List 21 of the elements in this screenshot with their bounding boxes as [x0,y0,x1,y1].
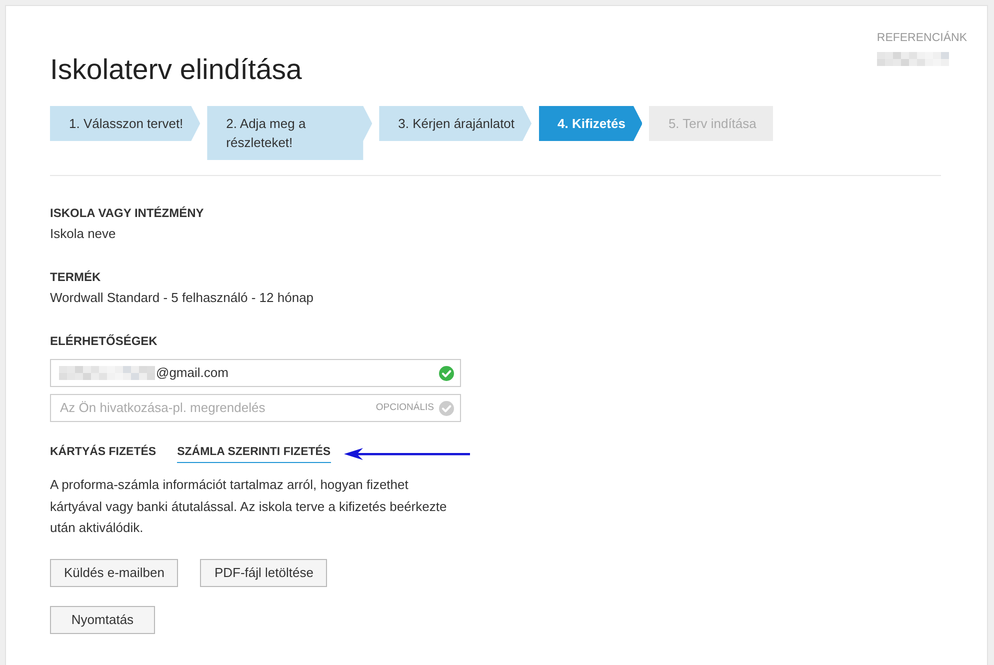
page-title: Iskolaterv elindítása [50,53,302,87]
payment-tab[interactable]: SZÁMLA SZERINTI FIZETÉS [177,444,331,463]
wizard-step[interactable]: 2. Adja meg a részleteket! [207,106,372,160]
input-placeholder: Az Ön hivatkozása-pl. megrendelés [60,399,266,417]
payment-description: A proforma-számla információt tartalmaz arról, hogyan fizethet kártyával vagy banki átutalással. Az iskola terve a kifizetés beérkezte után aktiválódik. [50,476,448,537]
action-button[interactable]: Küldés e-mailben [50,558,178,586]
input-value: @gmail.com [156,364,228,382]
section-heading: TERMÉK [50,269,102,285]
action-button[interactable]: PDF-fájl letöltése [200,558,328,586]
payment-tab[interactable]: KÁRTYÁS FIZETÉS [50,444,156,463]
section-heading: ISKOLA VAGY INTÉZMÉNY [50,205,205,221]
section-value: Wordwall Standard - 5 felhasználó - 12 hónap [50,289,315,307]
wizard-step[interactable]: 1. Válasszon tervet! [50,106,200,141]
section-value: Iskola neve [50,225,117,243]
optional-label: OPCIONÁLIS [376,402,434,414]
section-heading: ELÉRHETŐSÉGEK [50,333,158,349]
wizard-step[interactable]: 3. Kérjen árajánlatot [379,106,532,141]
left-arrow-icon [344,448,470,460]
email-input-field[interactable]: @gmail.com [50,359,461,387]
action-button[interactable]: Nyomtatás [50,606,155,634]
reference-label: REFERENCIÁNK [876,31,967,46]
